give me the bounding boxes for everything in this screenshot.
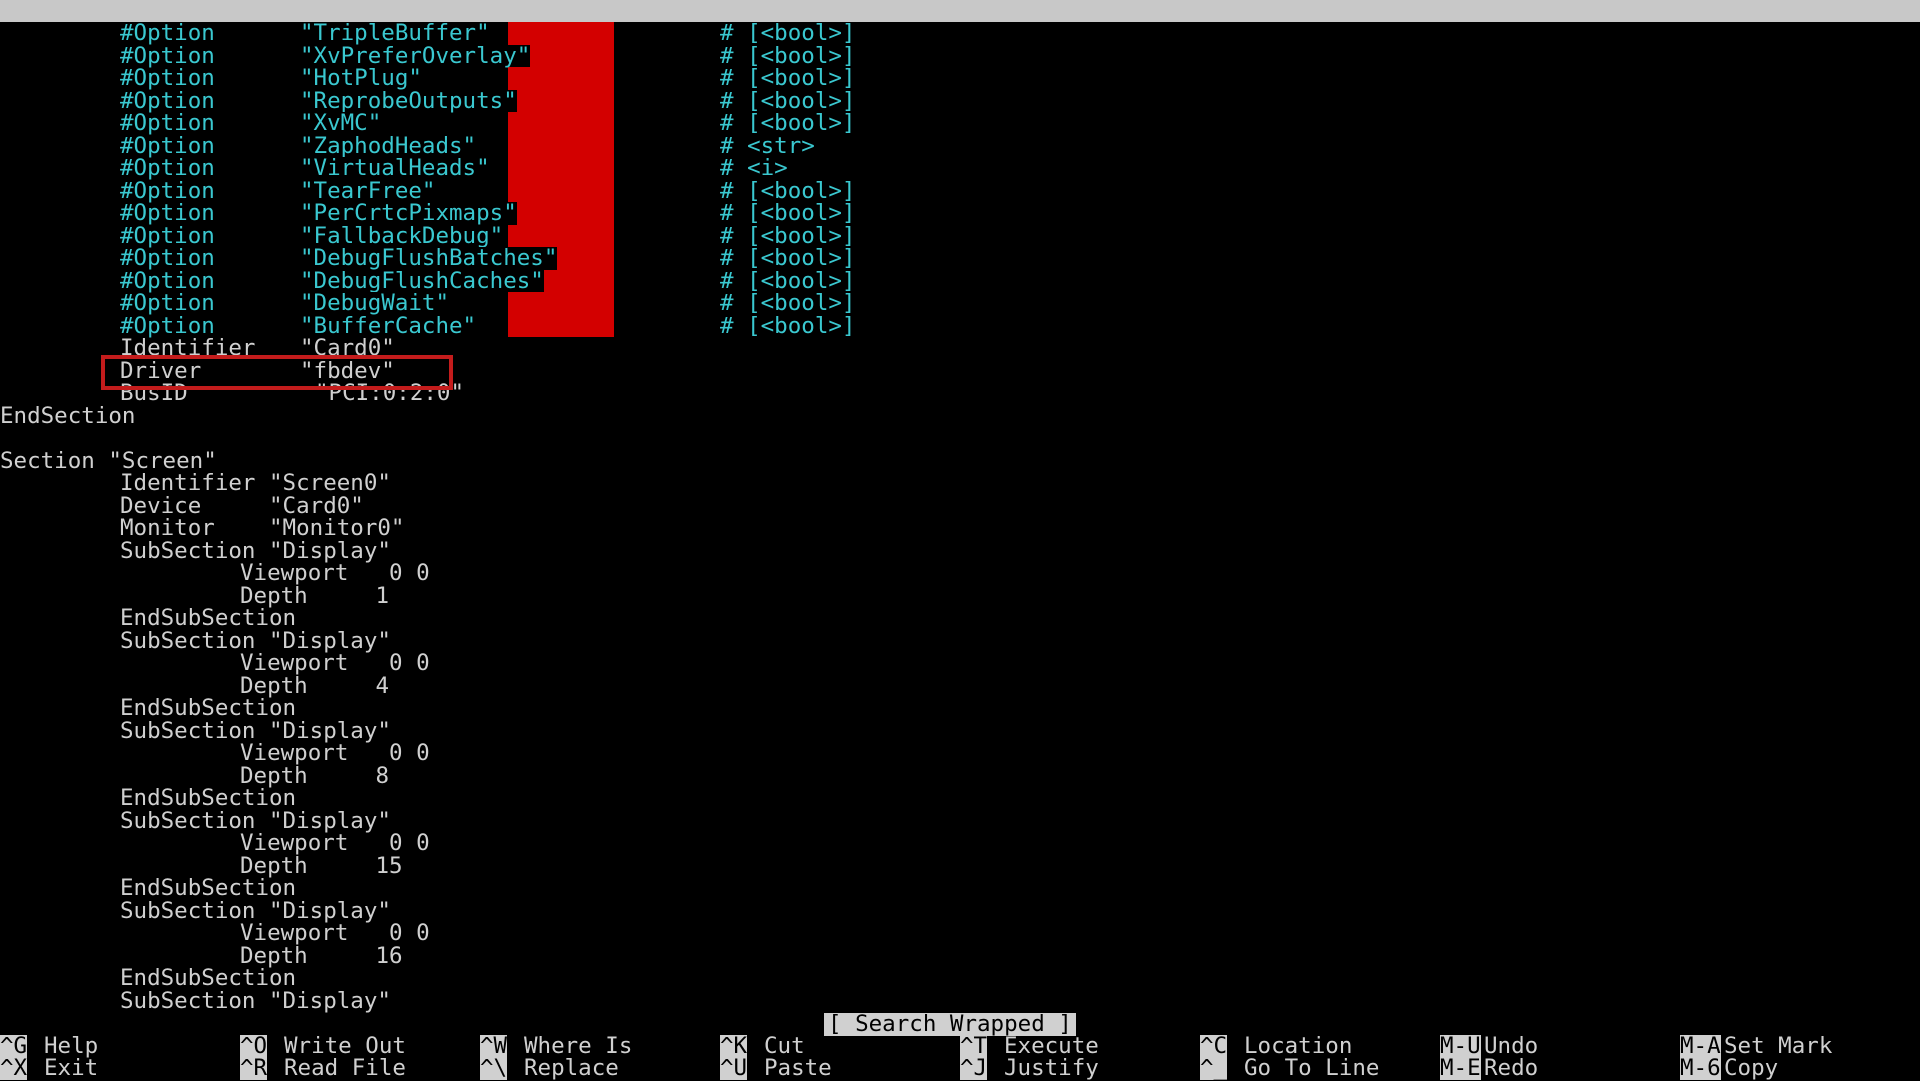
- subsection-close: EndSubSection: [120, 785, 297, 811]
- option-name: "XvMC": [300, 110, 382, 136]
- option-comment: # [<bool>]: [720, 177, 856, 204]
- screen-identifier: Identifier "Screen0": [120, 470, 391, 496]
- subsection-open: SubSection "Display": [120, 807, 391, 834]
- depth-line: Depth 16: [240, 942, 403, 969]
- option-keyword: #Option: [120, 290, 215, 316]
- option-name: "PerCrtcPixmaps": [300, 200, 517, 226]
- end-section: EndSection: [0, 402, 136, 429]
- option-name: "VirtualHeads": [300, 155, 490, 181]
- shortcut-key[interactable]: M-6: [1680, 1057, 1721, 1080]
- subsection-close: EndSubSection: [120, 875, 297, 901]
- option-name: "ZaphodHeads": [300, 132, 477, 159]
- subsection-open: SubSection "Display": [120, 897, 391, 924]
- subsection-open: SubSection "Display": [120, 537, 391, 564]
- viewport-line: Viewport 0 0: [240, 650, 430, 676]
- shortcut-key[interactable]: ^J: [960, 1057, 988, 1080]
- subsection-close: EndSubSection: [120, 965, 297, 991]
- option-keyword: #Option: [120, 155, 215, 181]
- option-name: "XvPreferOverlay": [300, 42, 531, 69]
- option-keyword: #Option: [120, 245, 215, 271]
- option-comment: # [<bool>]: [720, 110, 856, 136]
- option-name: "DebugWait": [300, 290, 450, 316]
- shortcut-label[interactable]: Exit: [44, 1057, 98, 1080]
- option-comment: # [<bool>]: [720, 20, 856, 46]
- option-keyword: #Option: [120, 87, 215, 114]
- option-comment: # [<bool>]: [720, 267, 856, 294]
- subsection-open: SubSection "Display": [120, 717, 391, 744]
- shortcut-key[interactable]: ^_: [1200, 1057, 1228, 1080]
- shortcut-key[interactable]: ^X: [0, 1057, 28, 1080]
- option-keyword: #Option: [120, 200, 215, 226]
- option-comment: # [<bool>]: [720, 290, 856, 316]
- option-comment: # [<bool>]: [720, 42, 856, 69]
- option-comment: # <str>: [720, 132, 815, 159]
- viewport-line: Viewport 0 0: [240, 740, 430, 766]
- shortcut-key[interactable]: M-E: [1440, 1057, 1481, 1080]
- option-name: "DebugFlushBatches": [300, 245, 558, 271]
- option-name: "DebugFlushCaches": [300, 267, 544, 294]
- option-keyword: #Option: [120, 20, 215, 46]
- viewport-line: Viewport 0 0: [240, 920, 430, 946]
- subsection-open: SubSection "Display": [120, 627, 391, 654]
- option-keyword: #Option: [120, 312, 215, 339]
- shortcut-key[interactable]: ^\: [480, 1057, 508, 1080]
- option-keyword: #Option: [120, 65, 215, 91]
- shortcut-label[interactable]: Justify: [1004, 1057, 1099, 1080]
- shortcut-label[interactable]: Read File: [284, 1057, 406, 1080]
- option-keyword: #Option: [120, 222, 215, 249]
- depth-line: Depth 1: [240, 582, 390, 609]
- subsection-close: EndSubSection: [120, 605, 297, 631]
- depth-line: Depth 4: [240, 672, 390, 699]
- option-keyword: #Option: [120, 267, 215, 294]
- subsection-open: SubSection "Display": [120, 987, 391, 1014]
- depth-line: Depth 8: [240, 762, 390, 789]
- shortcut-label[interactable]: Replace: [524, 1057, 619, 1080]
- subsection-close: EndSubSection: [120, 695, 297, 721]
- screen-monitor: Monitor "Monitor0": [120, 515, 405, 541]
- option-comment: # <i>: [720, 155, 788, 181]
- option-keyword: #Option: [120, 42, 215, 69]
- option-comment: # [<bool>]: [720, 200, 856, 226]
- option-keyword: #Option: [120, 110, 215, 136]
- option-comment: # [<bool>]: [720, 222, 856, 249]
- option-name: "ReprobeOutputs": [300, 87, 517, 114]
- option-comment: # [<bool>]: [720, 245, 856, 271]
- file-name: xorg.conf.new *: [900, 42, 1104, 68]
- option-comment: # [<bool>]: [720, 87, 856, 114]
- shortcut-key[interactable]: ^R: [240, 1057, 268, 1080]
- option-comment: # [<bool>]: [720, 65, 856, 91]
- nano-title-bar: GNU nano 5.4 xorg.conf.new *: [0, 0, 1920, 66]
- option-name: "TripleBuffer": [300, 20, 490, 46]
- shortcut-label[interactable]: Copy: [1724, 1057, 1778, 1080]
- highlight-annotation-box: [101, 355, 453, 390]
- viewport-line: Viewport 0 0: [240, 560, 430, 586]
- shortcut-label[interactable]: Paste: [764, 1057, 832, 1080]
- option-name: "FallbackDebug": [300, 222, 504, 249]
- option-comment: # [<bool>]: [720, 312, 856, 339]
- option-name: "TearFree": [300, 177, 436, 204]
- shortcut-label[interactable]: Go To Line: [1244, 1057, 1379, 1080]
- depth-line: Depth 15: [240, 852, 403, 879]
- option-keyword: #Option: [120, 177, 215, 204]
- option-name: "BufferCache": [300, 312, 477, 339]
- section-screen-header: Section "Screen": [0, 447, 217, 474]
- shortcut-key[interactable]: ^U: [720, 1057, 748, 1080]
- option-keyword: #Option: [120, 132, 215, 159]
- option-name: "HotPlug": [300, 65, 422, 91]
- screen-device: Device "Card0": [120, 492, 364, 519]
- viewport-line: Viewport 0 0: [240, 830, 430, 856]
- shortcut-label[interactable]: Redo: [1484, 1057, 1538, 1080]
